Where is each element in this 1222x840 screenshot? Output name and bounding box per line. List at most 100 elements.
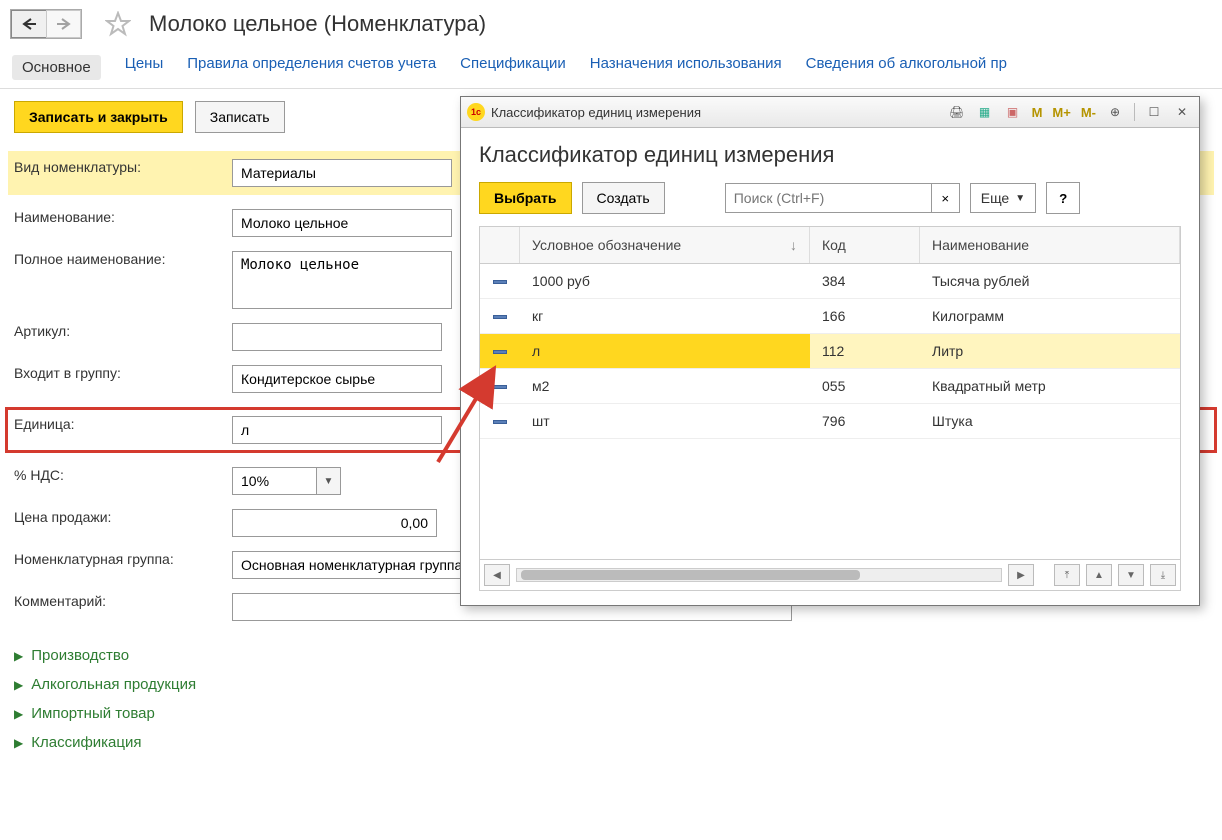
table-row[interactable]: л112Литр [480, 334, 1180, 369]
item-icon [493, 350, 507, 354]
section-import-label: Импортный товар [31, 705, 155, 722]
col-name[interactable]: Наименование [920, 227, 1180, 263]
col-icon[interactable] [480, 227, 520, 263]
table-row[interactable]: м2055Квадратный метр [480, 369, 1180, 404]
chevron-down-icon: ▼ [1015, 193, 1025, 204]
chevron-right-icon: ▶ [14, 707, 23, 721]
chevron-right-icon: ▶ [14, 678, 23, 692]
star-icon [105, 11, 131, 37]
dialog-search-input[interactable] [725, 183, 932, 213]
section-alcohol[interactable]: ▶ Алкогольная продукция [0, 670, 1222, 699]
cell-symbol: шт [520, 404, 810, 438]
section-classification-label: Классификация [31, 734, 141, 751]
group-input[interactable] [232, 365, 442, 393]
cell-name: Тысяча рублей [920, 264, 1180, 298]
dialog-titlebar[interactable]: 1с Классификатор единиц измерения 🖨 ▦ ▣ … [461, 97, 1199, 128]
article-input[interactable] [232, 323, 442, 351]
cell-code: 112 [810, 334, 920, 368]
close-icon[interactable]: ✕ [1171, 101, 1193, 123]
table-row[interactable]: кг166Килограмм [480, 299, 1180, 334]
name-input[interactable] [232, 209, 452, 237]
article-label: Артикул: [14, 323, 224, 339]
memory-mminus-button[interactable]: M- [1079, 105, 1098, 120]
unit-label: Единица: [14, 416, 224, 432]
nav-last-button[interactable]: ⤓ [1150, 564, 1176, 586]
type-label: Вид номенклатуры: [14, 159, 224, 175]
tab-main[interactable]: Основное [12, 55, 101, 80]
cell-name: Килограмм [920, 299, 1180, 333]
nav-forward-button[interactable] [46, 10, 81, 38]
vat-dropdown-caret[interactable]: ▼ [317, 467, 341, 495]
sort-desc-icon: ↓ [790, 237, 797, 253]
nav-first-button[interactable]: ⤒ [1054, 564, 1080, 586]
cell-symbol: м2 [520, 369, 810, 403]
scroll-right-button[interactable]: ▶ [1008, 564, 1034, 586]
price-label: Цена продажи: [14, 509, 224, 525]
nav-up-button[interactable]: ▲ [1086, 564, 1112, 586]
memory-mplus-button[interactable]: M+ [1050, 105, 1072, 120]
col-symbol[interactable]: Условное обозначение ↓ [520, 227, 810, 263]
chevron-right-icon: ▶ [14, 736, 23, 750]
type-input[interactable] [232, 159, 452, 187]
dialog-create-button[interactable]: Создать [582, 182, 665, 214]
calculator-icon[interactable]: ▦ [974, 101, 996, 123]
tab-prices[interactable]: Цены [125, 55, 164, 80]
nomgroup-label: Номенклатурная группа: [14, 551, 224, 567]
section-classification[interactable]: ▶ Классификация [0, 728, 1222, 757]
print-icon[interactable]: 🖨 [946, 101, 968, 123]
more-label: Еще [981, 190, 1010, 206]
section-production[interactable]: ▶ Производство [0, 641, 1222, 670]
fullname-input[interactable]: Молоко цельное [232, 251, 452, 309]
tab-account-rules[interactable]: Правила определения счетов учета [187, 55, 436, 80]
arrow-right-icon [56, 18, 72, 30]
cell-name: Литр [920, 334, 1180, 368]
dialog-more-button[interactable]: Еще ▼ [970, 183, 1036, 213]
favorite-star-button[interactable] [100, 6, 135, 41]
tab-usage[interactable]: Назначения использования [590, 55, 782, 80]
table-footer: ◀ ▶ ⤒ ▲ ▼ ⤓ [480, 559, 1180, 590]
page-title: Молоко цельное (Номенклатура) [149, 11, 486, 37]
dialog-heading: Классификатор единиц измерения [479, 142, 1181, 168]
fullname-label: Полное наименование: [14, 251, 224, 267]
save-button[interactable]: Записать [195, 101, 285, 133]
vat-label: % НДС: [14, 467, 224, 483]
cell-name: Штука [920, 404, 1180, 438]
vat-value[interactable] [232, 467, 317, 495]
section-tabs: Основное Цены Правила определения счетов… [0, 47, 1222, 89]
col-symbol-label: Условное обозначение [532, 237, 681, 253]
unit-input[interactable] [232, 416, 442, 444]
cell-symbol: 1000 руб [520, 264, 810, 298]
name-label: Наименование: [14, 209, 224, 225]
search-clear-button[interactable]: × [932, 183, 960, 213]
section-alcohol-label: Алкогольная продукция [31, 676, 196, 693]
table-row[interactable]: шт796Штука [480, 404, 1180, 439]
dialog-select-button[interactable]: Выбрать [479, 182, 572, 214]
horizontal-scrollbar[interactable] [516, 568, 1002, 582]
nav-down-button[interactable]: ▼ [1118, 564, 1144, 586]
section-production-label: Производство [31, 647, 129, 664]
cell-code: 166 [810, 299, 920, 333]
maximize-icon[interactable]: ☐ [1143, 101, 1165, 123]
save-and-close-button[interactable]: Записать и закрыть [14, 101, 183, 133]
units-classifier-dialog: 1с Классификатор единиц измерения 🖨 ▦ ▣ … [460, 96, 1200, 606]
tab-specifications[interactable]: Спецификации [460, 55, 566, 80]
scroll-left-button[interactable]: ◀ [484, 564, 510, 586]
item-icon [493, 315, 507, 319]
dialog-help-button[interactable]: ? [1046, 182, 1080, 214]
tab-alcohol-info[interactable]: Сведения об алкогольной пр [806, 55, 1007, 80]
table-row[interactable]: 1000 руб384Тысяча рублей [480, 264, 1180, 299]
section-import[interactable]: ▶ Импортный товар [0, 699, 1222, 728]
zoom-in-icon[interactable]: ⊕ [1104, 101, 1126, 123]
cell-symbol: л [520, 334, 810, 368]
arrow-left-icon [21, 18, 37, 30]
price-input[interactable] [232, 509, 437, 537]
calendar-icon[interactable]: ▣ [1002, 101, 1024, 123]
memory-m-button[interactable]: M [1030, 105, 1045, 120]
comment-label: Комментарий: [14, 593, 224, 609]
units-table: Условное обозначение ↓ Код Наименование … [479, 226, 1181, 591]
vat-select[interactable]: ▼ [232, 467, 341, 495]
cell-code: 384 [810, 264, 920, 298]
nav-back-button[interactable] [11, 10, 46, 38]
item-icon [493, 420, 507, 424]
col-code[interactable]: Код [810, 227, 920, 263]
